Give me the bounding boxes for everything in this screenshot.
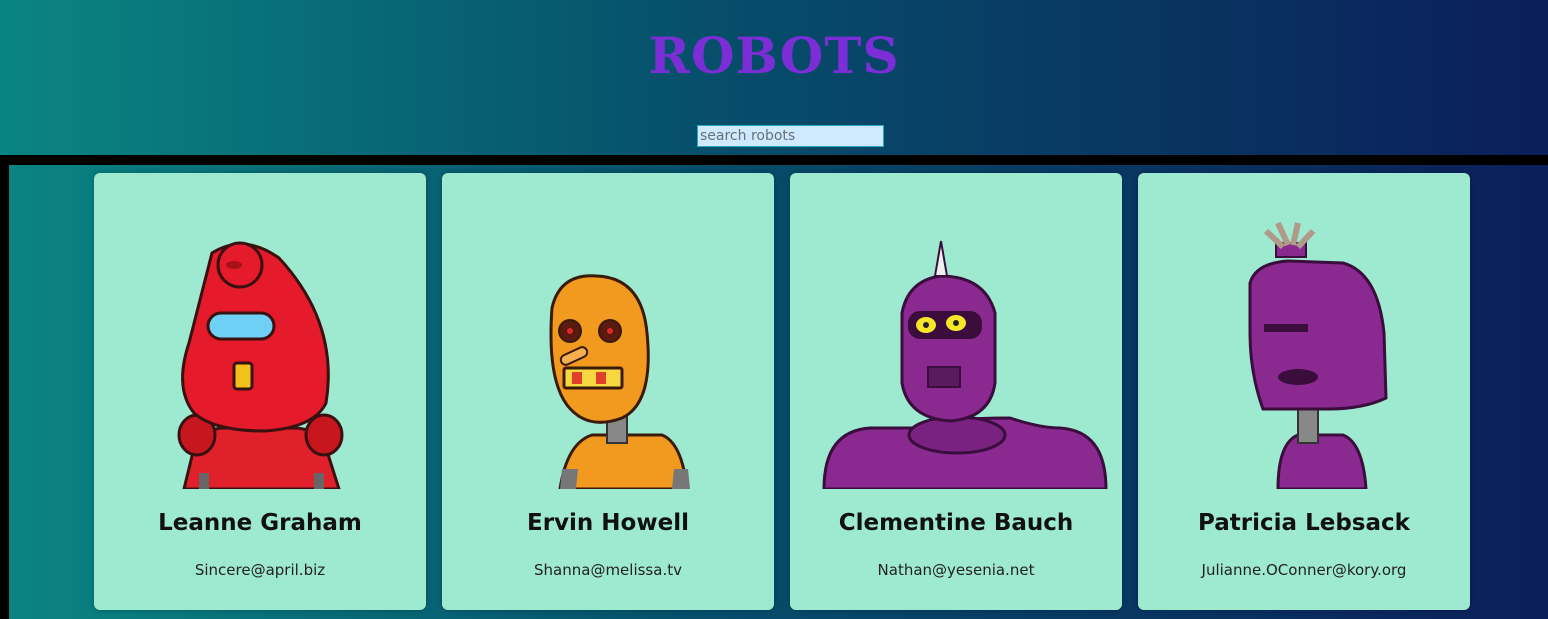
robot-name: Patricia Lebsack	[1198, 510, 1410, 536]
robot-name: Clementine Bauch	[838, 510, 1074, 536]
robot-card[interactable]: Patricia Lebsack Julianne.OConner@kory.o…	[1138, 173, 1470, 610]
purple-horned-robot-avatar	[822, 240, 1108, 489]
robot-email: Julianne.OConner@kory.org	[1201, 561, 1407, 579]
robot-name: Leanne Graham	[158, 510, 362, 536]
robot-name: Ervin Howell	[527, 510, 689, 536]
search-input[interactable]	[697, 125, 884, 147]
robot-card[interactable]: Clementine Bauch Nathan@yesenia.net	[790, 173, 1122, 610]
page-title: ROBOTS	[648, 26, 900, 85]
red-robot-avatar	[177, 241, 344, 489]
header: ROBOTS	[0, 0, 1548, 155]
purple-tall-robot-avatar	[1248, 221, 1388, 489]
robot-card[interactable]: Leanne Graham Sincere@april.biz	[94, 173, 426, 610]
orange-robot-avatar	[549, 274, 690, 489]
robot-email: Sincere@april.biz	[194, 561, 326, 579]
header-divider	[0, 155, 1548, 165]
robot-email: Nathan@yesenia.net	[877, 561, 1035, 579]
left-border	[0, 165, 9, 619]
robot-email: Shanna@melissa.tv	[534, 561, 682, 579]
robot-card[interactable]: Ervin Howell Shanna@melissa.tv	[442, 173, 774, 610]
